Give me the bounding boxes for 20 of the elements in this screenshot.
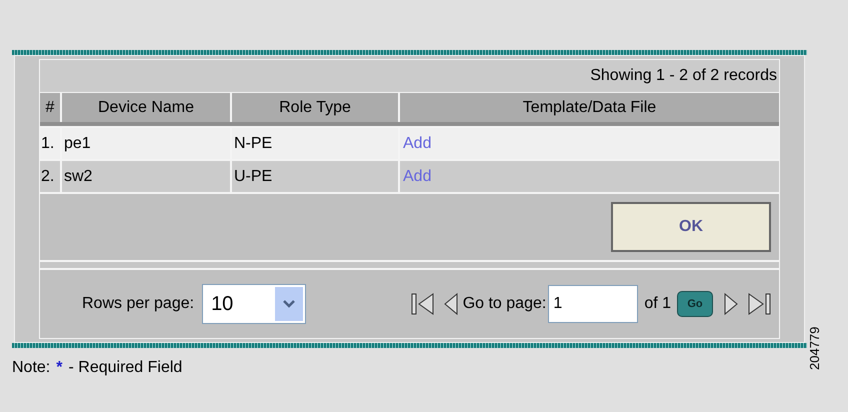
rows-per-page-label: Rows per page:: [82, 294, 194, 314]
column-header: Template/Data File: [522, 98, 658, 118]
note-text: - Required Field: [68, 358, 182, 378]
note-label: Note:: [12, 358, 50, 378]
figure-number: 204779: [808, 326, 821, 370]
go-to-page-label: Go to page:: [462, 294, 546, 314]
page-count: of 1: [644, 294, 671, 314]
page-number-field[interactable]: 1: [548, 285, 638, 323]
required-asterisk: *: [56, 358, 62, 378]
rows-per-page-select[interactable]: 10: [202, 284, 306, 324]
column-header: Role Type: [232, 93, 400, 122]
column-header: #: [40, 93, 62, 122]
ok-button[interactable]: OK: [611, 202, 771, 252]
records-summary: Showing 1 - 2 of 2 records: [590, 66, 777, 86]
go-button[interactable]: Go: [677, 291, 713, 317]
next-page-icon[interactable]: [723, 292, 739, 316]
add-link[interactable]: Add: [403, 164, 432, 188]
add-link[interactable]: Add: [403, 132, 432, 156]
column-header: Device Name: [62, 93, 232, 122]
previous-page-icon[interactable]: [442, 292, 459, 316]
